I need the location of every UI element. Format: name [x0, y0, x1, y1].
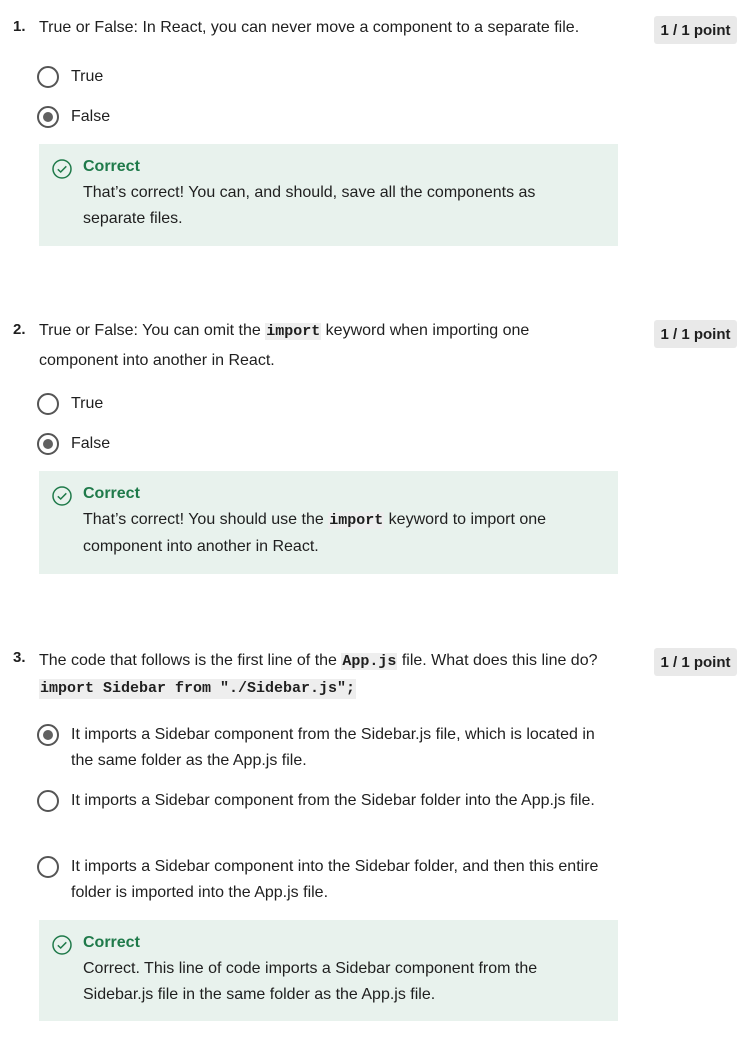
option-same-folder[interactable]: It imports a Sidebar component from the … — [37, 722, 607, 774]
points-badge: 1 / 1 point — [654, 320, 737, 348]
option-true[interactable]: True — [37, 391, 607, 417]
option-sidebar-folder[interactable]: It imports a Sidebar component from the … — [37, 788, 607, 814]
question-text: The code that follows is the first line … — [39, 646, 639, 676]
radio-button-selected[interactable] — [37, 724, 59, 746]
feedback-text-part: That’s correct! You should use the — [83, 511, 329, 528]
feedback-text: That’s correct! You should use the impor… — [83, 507, 583, 560]
radio-button[interactable] — [37, 66, 59, 88]
feedback-box: Correct That’s correct! You can, and sho… — [39, 144, 618, 246]
option-label: False — [71, 435, 111, 452]
option-label: It imports a Sidebar component from the … — [71, 792, 595, 809]
check-circle-icon — [52, 935, 72, 955]
option-into-folder[interactable]: It imports a Sidebar component into the … — [37, 854, 607, 906]
check-circle-icon — [52, 159, 72, 179]
option-label: True — [71, 68, 104, 85]
option-false[interactable]: False — [37, 104, 607, 130]
question-text: True or False: In React, you can never m… — [39, 19, 580, 36]
radio-button[interactable] — [37, 856, 59, 878]
question-text: True or False: You can omit the import k… — [39, 316, 559, 375]
points-badge: 1 / 1 point — [654, 648, 737, 676]
option-label: It imports a Sidebar component from the … — [71, 726, 595, 769]
check-circle-icon — [52, 486, 72, 506]
question-number: 3. — [13, 649, 26, 666]
radio-button-selected[interactable] — [37, 433, 59, 455]
option-label: False — [71, 108, 111, 125]
question-number: 2. — [13, 321, 26, 338]
radio-button-selected[interactable] — [37, 106, 59, 128]
option-label: It imports a Sidebar component into the … — [71, 858, 599, 901]
points-badge: 1 / 1 point — [654, 16, 737, 44]
code-line: import Sidebar from "./Sidebar.js"; — [39, 679, 357, 699]
inline-code: import — [328, 512, 385, 529]
feedback-text: That’s correct! You can, and should, sav… — [83, 184, 536, 227]
option-true[interactable]: True — [37, 64, 607, 90]
inline-code: App.js — [341, 653, 398, 670]
option-false[interactable]: False — [37, 431, 607, 457]
feedback-box: Correct That’s correct! You should use t… — [39, 471, 618, 574]
question-text-part: file. What does this line do? — [397, 652, 598, 669]
feedback-text: Correct. This line of code imports a Sid… — [83, 960, 538, 1003]
inline-code: import — [265, 323, 322, 340]
question-number: 1. — [13, 18, 26, 35]
radio-button[interactable] — [37, 790, 59, 812]
question-text-part: The code that follows is the first line … — [39, 652, 342, 669]
feedback-box: Correct Correct. This line of code impor… — [39, 920, 618, 1021]
feedback-title: Correct — [83, 485, 140, 502]
radio-button[interactable] — [37, 393, 59, 415]
option-label: True — [71, 395, 104, 412]
feedback-title: Correct — [83, 158, 140, 175]
feedback-title: Correct — [83, 934, 140, 951]
question-text-part: True or False: You can omit the — [39, 322, 266, 339]
